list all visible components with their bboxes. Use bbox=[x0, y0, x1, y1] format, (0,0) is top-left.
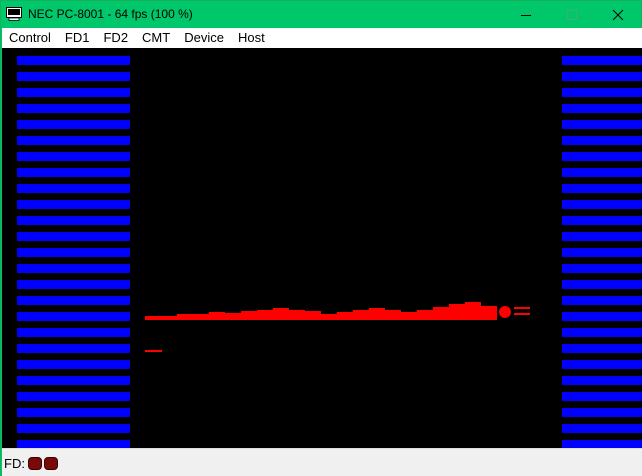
menu-host[interactable]: Host bbox=[231, 28, 272, 48]
minimize-icon bbox=[521, 14, 531, 16]
red-track bbox=[145, 302, 497, 320]
close-button[interactable] bbox=[595, 1, 641, 28]
menu-control[interactable]: Control bbox=[2, 28, 58, 48]
window-title: NEC PC-8001 - 64 fps (100 %) bbox=[28, 7, 193, 21]
game-playfield bbox=[145, 302, 530, 352]
red-marker bbox=[145, 350, 162, 352]
minimize-button[interactable] bbox=[503, 1, 549, 28]
maximize-icon bbox=[567, 9, 577, 20]
red-dash bbox=[514, 313, 530, 315]
app-monitor-icon[interactable] bbox=[6, 7, 22, 21]
emulator-window: NEC PC-8001 - 64 fps (100 %) Control FD1… bbox=[0, 0, 642, 476]
player-ball bbox=[499, 306, 511, 318]
close-icon bbox=[612, 9, 624, 20]
menu-cmt[interactable]: CMT bbox=[135, 28, 177, 48]
menu-bar: Control FD1 FD2 CMT Device Host bbox=[2, 28, 642, 48]
menu-device[interactable]: Device bbox=[177, 28, 231, 48]
status-bar: FD: bbox=[2, 448, 642, 476]
fd2-access-led bbox=[44, 457, 58, 470]
red-dash bbox=[514, 307, 530, 309]
emulator-screen[interactable] bbox=[2, 48, 642, 449]
fd1-access-led bbox=[28, 457, 42, 470]
menu-fd2[interactable]: FD2 bbox=[96, 28, 135, 48]
fd-status-label: FD: bbox=[4, 456, 25, 471]
title-bar[interactable]: NEC PC-8001 - 64 fps (100 %) bbox=[1, 1, 641, 28]
menu-fd1[interactable]: FD1 bbox=[58, 28, 97, 48]
maximize-button[interactable] bbox=[549, 1, 595, 28]
